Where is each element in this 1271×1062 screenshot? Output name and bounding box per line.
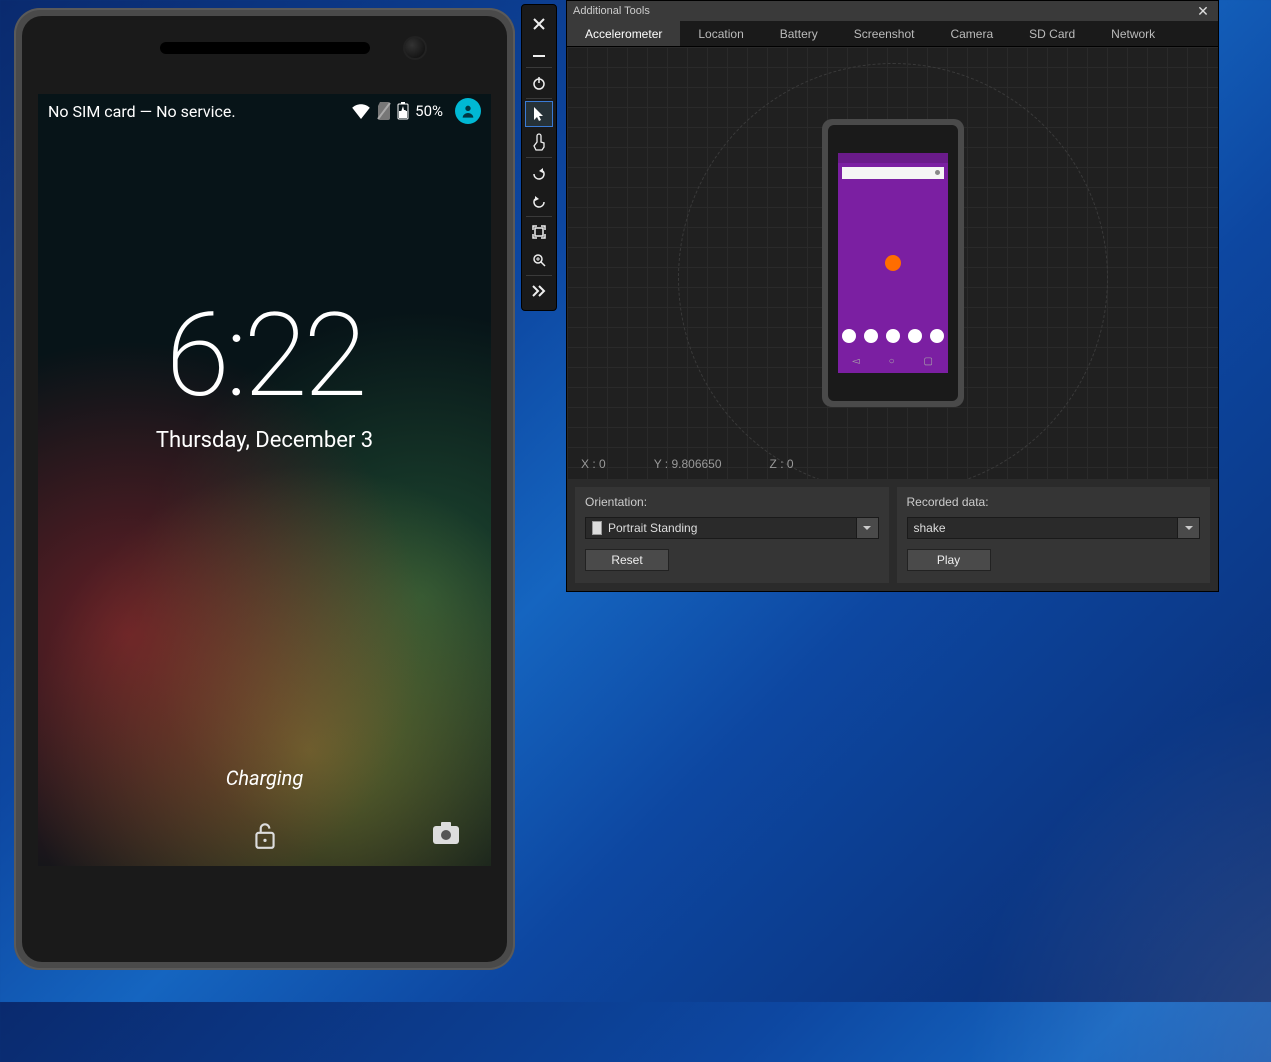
panel-close-button[interactable]: ✕ [1194,3,1212,20]
no-sim-icon [377,102,391,120]
reset-button[interactable]: Reset [585,549,669,571]
coord-z: Z : 0 [770,457,794,471]
panel-tabs: Accelerometer Location Battery Screensho… [567,21,1218,47]
tab-accelerometer[interactable]: Accelerometer [567,21,680,46]
additional-tools-panel: Additional Tools ✕ Accelerometer Locatio… [566,0,1219,592]
phone-portrait-icon [592,521,602,535]
recorded-label: Recorded data: [907,495,1201,509]
tab-sdcard[interactable]: SD Card [1011,21,1093,46]
orientation-value: Portrait Standing [608,521,697,535]
power-button[interactable] [525,70,553,96]
clock-time: 6:22 [38,298,491,414]
coord-y: Y : 9.806650 [654,457,722,471]
close-button[interactable] [525,11,553,37]
user-avatar-icon[interactable] [455,98,481,124]
play-button[interactable]: Play [907,549,991,571]
earpiece [160,42,370,54]
orientation-section: Orientation: Portrait Standing Reset [575,487,889,583]
coord-x: X : 0 [581,457,606,471]
chevron-down-icon[interactable] [1177,518,1199,538]
wifi-icon [351,103,371,119]
emulator-toolbar [521,4,557,311]
tab-network[interactable]: Network [1093,21,1173,46]
status-bar: No SIM card — No service. 50% [38,94,491,128]
device-bezel: No SIM card — No service. 50% [22,16,507,962]
minimize-button[interactable] [525,39,553,65]
emulator-device-frame: No SIM card — No service. 50% [14,8,515,970]
tab-camera[interactable]: Camera [932,21,1011,46]
battery-charging-icon [397,102,409,120]
panel-title-text: Additional Tools [573,5,650,17]
status-text: No SIM card — No service. [48,102,351,121]
battery-percent: 50% [415,102,443,120]
tab-battery[interactable]: Battery [762,21,836,46]
recorded-dropdown[interactable]: shake [907,517,1201,539]
lock-clock: 6:22 Thursday, December 3 [38,298,491,453]
device-screen[interactable]: No SIM card — No service. 50% [38,94,491,866]
recorded-data-section: Recorded data: shake Play [897,487,1211,583]
orientation-label: Orientation: [585,495,879,509]
front-camera [403,36,427,60]
touch-mode-button[interactable] [525,129,553,155]
recorded-value: shake [914,521,946,535]
accelerometer-canvas[interactable]: ◅○▢ X : 0 Y : 9.806650 Z : 0 [567,47,1218,479]
tools-expand-button[interactable] [525,278,553,304]
accelerometer-coords: X : 0 Y : 9.806650 Z : 0 [581,457,794,471]
accelerometer-device-preview[interactable]: ◅○▢ [822,119,964,407]
tab-location[interactable]: Location [680,21,761,46]
zoom-button[interactable] [525,247,553,273]
chevron-down-icon[interactable] [856,518,878,538]
clock-date: Thursday, December 3 [38,428,491,453]
camera-icon[interactable] [431,820,461,850]
accelerometer-ball-icon [885,255,901,271]
cursor-mode-button[interactable] [525,101,553,127]
rotate-left-button[interactable] [525,160,553,186]
rotate-right-button[interactable] [525,188,553,214]
panel-titlebar[interactable]: Additional Tools ✕ [567,1,1218,21]
fit-screen-button[interactable] [525,219,553,245]
orientation-dropdown[interactable]: Portrait Standing [585,517,879,539]
unlock-icon[interactable] [252,820,278,854]
tab-screenshot[interactable]: Screenshot [836,21,933,46]
charging-label: Charging [38,766,491,790]
